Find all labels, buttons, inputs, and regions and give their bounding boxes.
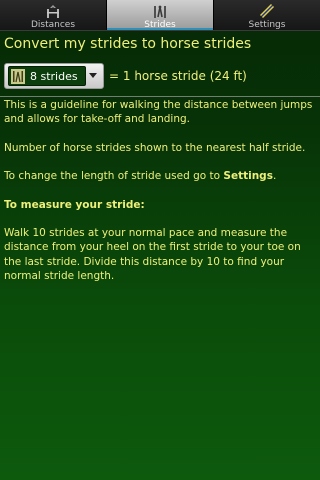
page-title: Convert my strides to horse strides: [4, 36, 252, 52]
change-stride-prefix: To change the length of stride used go t…: [4, 170, 224, 183]
strides-spinner-value: 8 strides: [30, 69, 78, 83]
stride-icon: [11, 68, 25, 84]
tab-settings-label: Settings: [248, 20, 286, 30]
tab-strides[interactable]: Strides: [107, 0, 214, 30]
tab-settings[interactable]: Settings: [214, 0, 320, 30]
stride-icon: [154, 5, 166, 18]
tab-distances[interactable]: Distances: [0, 0, 107, 30]
divider: [0, 96, 320, 97]
guideline-text: This is a guideline for walking the dist…: [4, 99, 313, 126]
ribbon-icon: [260, 4, 274, 18]
tab-strides-label: Strides: [144, 20, 176, 30]
horse-stride-result: = 1 horse stride (24 ft): [109, 69, 247, 83]
settings-link[interactable]: Settings: [223, 170, 273, 182]
strides-spinner[interactable]: 8 strides: [4, 63, 104, 89]
change-stride-text: To change the length of stride used go t…: [4, 169, 317, 183]
info-section: This is a guideline for walking the dist…: [4, 98, 317, 298]
tab-distances-label: Distances: [30, 20, 76, 30]
measure-text: Walk 10 strides at your normal pace and …: [4, 227, 301, 283]
strides-spinner-selection: 8 strides: [8, 66, 86, 86]
rounding-text: Number of horse strides shown to the nea…: [4, 141, 306, 154]
horse-jump-icon: [47, 5, 59, 18]
measure-title: To measure your stride:: [4, 198, 145, 211]
dropdown-arrow-icon: [89, 73, 97, 78]
tab-bar: Distances Strides Settings: [0, 0, 320, 31]
change-stride-suffix: .: [272, 170, 277, 183]
stride-row: 8 strides = 1 horse stride (24 ft): [4, 62, 316, 90]
stride-converter: Convert my strides to horse strides 8 st…: [4, 36, 316, 90]
